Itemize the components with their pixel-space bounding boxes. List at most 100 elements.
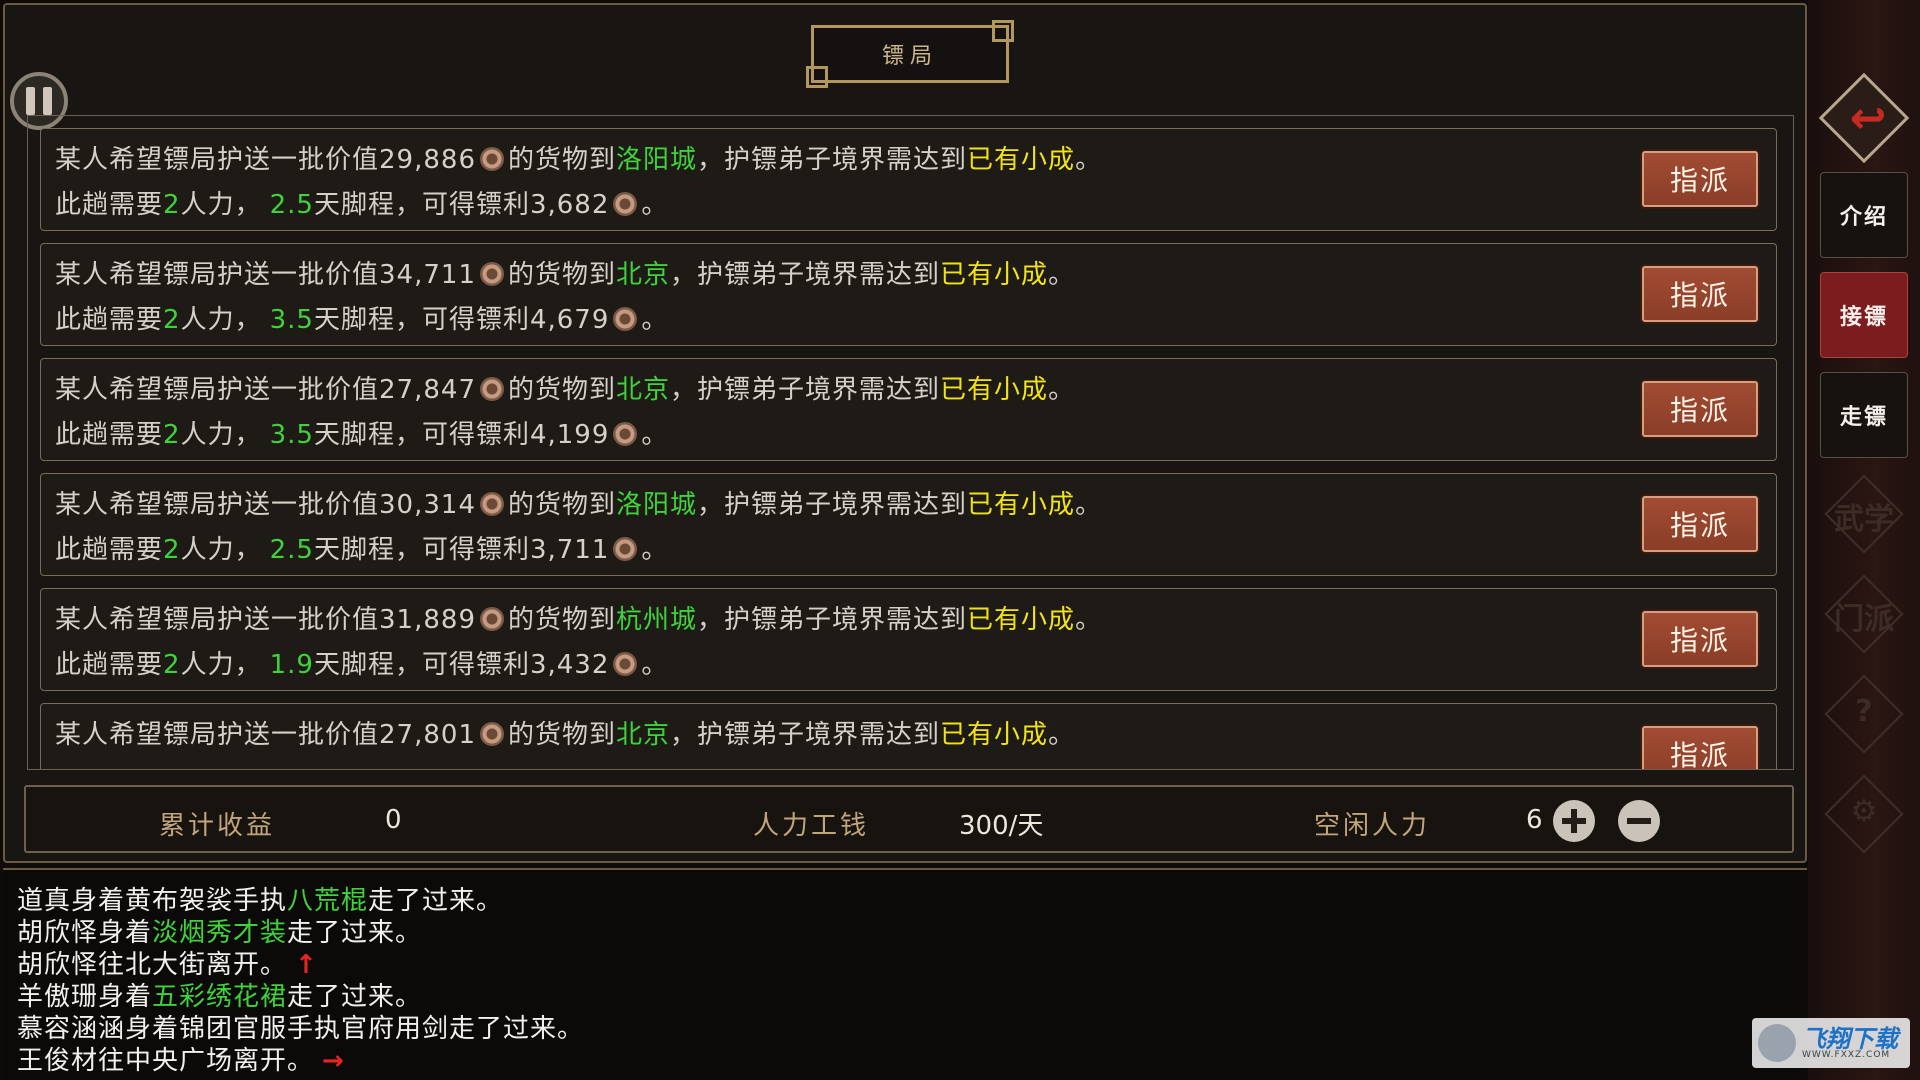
coin-icon	[480, 492, 504, 516]
assign-button[interactable]: 指派	[1642, 611, 1758, 667]
settings-icon[interactable]: ⚙	[1826, 794, 1902, 829]
cargo-item: 某人希望镖局护送一批价值27,847 的货物到北京，护镖弟子境界需达到已有小成。此…	[40, 358, 1777, 461]
required-manpower: 2	[163, 535, 181, 565]
coin-icon	[480, 607, 504, 631]
sidebar-tab-label: 走镖	[1839, 405, 1888, 430]
cargo-text: 人力，	[180, 305, 262, 335]
cargo-item: 某人希望镖局护送一批价值30,314 的货物到洛阳城，护镖弟子境界需达到已有小成。…	[40, 473, 1777, 576]
total-income-value: 0	[385, 805, 402, 835]
escort-profit: 3,432	[529, 650, 610, 680]
cargo-text: ，护镖弟子境界需达到	[697, 490, 968, 520]
required-manpower: 2	[163, 650, 181, 680]
cargo-destination: 杭州城	[616, 605, 698, 635]
page-title: 镖局	[881, 44, 938, 69]
coin-icon	[613, 192, 638, 216]
cargo-text: 的货物到	[508, 720, 617, 750]
main-panel: 镖局 某人希望镖局护送一批价值29,886 的货物到洛阳城，护镖弟子境界需达到已有…	[3, 3, 1807, 863]
cargo-value: 27,847	[379, 375, 476, 405]
cargo-value: 30,314	[379, 490, 476, 520]
travel-days: 3.5	[269, 420, 314, 450]
wage-label: 人力工钱	[753, 811, 870, 841]
cargo-text: 某人希望镖局护送一批价值	[55, 490, 380, 520]
coin-icon	[613, 307, 638, 331]
pause-icon	[43, 87, 52, 115]
cargo-text: 某人希望镖局护送一批价值	[55, 605, 380, 635]
cargo-text: 的货物到	[508, 605, 617, 635]
assign-button[interactable]: 指派	[1642, 151, 1758, 207]
cargo-value: 34,711	[379, 260, 476, 290]
required-manpower: 2	[163, 305, 181, 335]
cargo-description: 某人希望镖局护送一批价值27,847 的货物到北京，护镖弟子境界需达到已有小成。	[55, 369, 1075, 406]
minus-icon	[1627, 818, 1651, 824]
cargo-text: 。	[641, 650, 669, 680]
assign-button[interactable]: 指派	[1642, 381, 1758, 437]
required-manpower: 2	[163, 420, 181, 450]
required-realm: 已有小成	[940, 260, 1049, 290]
cargo-requirements: 此趟需要2人力， 2.5天脚程，可得镖利3,711 。	[55, 529, 668, 566]
cargo-text: 的货物到	[508, 490, 617, 520]
cargo-description: 某人希望镖局护送一批价值34,711 的货物到北京，护镖弟子境界需达到已有小成。	[55, 254, 1075, 291]
cargo-text: 天脚程，可得镖利	[313, 535, 530, 565]
required-realm: 已有小成	[940, 375, 1049, 405]
cargo-text: ，护镖弟子境界需达到	[697, 145, 968, 175]
total-income-label: 累计收益	[159, 811, 276, 841]
cargo-text: 此趟需要	[55, 420, 164, 450]
cargo-text: 。	[641, 190, 669, 220]
remove-manpower-button[interactable]	[1618, 800, 1660, 842]
cargo-text: 。	[1075, 605, 1103, 635]
wage-value: 300/天	[959, 811, 1044, 841]
watermark-name: 飞翔下载	[1802, 1024, 1898, 1053]
cargo-text: 。	[641, 535, 669, 565]
assign-button[interactable]: 指派	[1642, 496, 1758, 552]
escort-profit: 4,199	[529, 420, 610, 450]
cargo-item: 某人希望镖局护送一批价值29,886 的货物到洛阳城，护镖弟子境界需达到已有小成。…	[40, 128, 1777, 231]
cargo-description: 某人希望镖局护送一批价值30,314 的货物到洛阳城，护镖弟子境界需达到已有小成。	[55, 484, 1102, 521]
cargo-text: 人力，	[180, 420, 262, 450]
add-manpower-button[interactable]	[1553, 800, 1595, 842]
cargo-text: 。	[641, 420, 669, 450]
title-plaque: 镖局	[806, 20, 1014, 88]
coin-icon	[613, 537, 638, 561]
assign-button[interactable]: 指派	[1642, 726, 1758, 769]
cargo-item: 某人希望镖局护送一批价值34,711 的货物到北京，护镖弟子境界需达到已有小成。此…	[40, 243, 1777, 346]
cargo-value: 27,801	[379, 720, 476, 750]
escort-profit: 3,711	[529, 535, 610, 565]
back-arrow-icon[interactable]: ↩	[1838, 88, 1898, 148]
travel-days: 1.9	[269, 650, 314, 680]
pause-icon	[26, 87, 35, 115]
sidebar-tab[interactable]: 介绍	[1820, 172, 1908, 258]
help-icon[interactable]: ?	[1826, 694, 1902, 729]
right-arrow-icon: →	[322, 1046, 345, 1076]
cargo-text: ，护镖弟子境界需达到	[670, 720, 941, 750]
assign-button[interactable]: 指派	[1642, 266, 1758, 322]
coin-icon	[480, 377, 504, 401]
coin-icon	[613, 652, 638, 676]
sidebar-tab[interactable]: 走镖	[1820, 372, 1908, 458]
cargo-text: 天脚程，可得镖利	[313, 305, 530, 335]
idle-manpower-label: 空闲人力	[1314, 811, 1431, 841]
cargo-text: 人力，	[180, 650, 262, 680]
knot-ornament	[806, 66, 828, 88]
cargo-list[interactable]: 某人希望镖局护送一批价值29,886 的货物到洛阳城，护镖弟子境界需达到已有小成。…	[27, 115, 1794, 770]
required-realm: 已有小成	[940, 720, 1049, 750]
cargo-text: 天脚程，可得镖利	[313, 650, 530, 680]
sect-icon[interactable]: 门派	[1826, 594, 1902, 638]
escort-profit: 4,679	[529, 305, 610, 335]
cargo-text: 人力，	[180, 190, 262, 220]
travel-days: 3.5	[269, 305, 314, 335]
sidebar-tab-label: 介绍	[1839, 205, 1888, 230]
coin-icon	[480, 262, 504, 286]
cargo-text: 某人希望镖局护送一批价值	[55, 260, 380, 290]
cargo-destination: 洛阳城	[616, 145, 698, 175]
event-log: 道真身着黄布袈裟手执八荒棍走了过来。 胡欣怿身着淡烟秀才装走了过来。 胡欣怿往北大街…	[3, 868, 1807, 1080]
cargo-text: 。	[1048, 720, 1076, 750]
coin-icon	[480, 147, 504, 171]
cargo-text: 人力，	[180, 535, 262, 565]
cargo-item: 某人希望镖局护送一批价值31,889 的货物到杭州城，护镖弟子境界需达到已有小成。…	[40, 588, 1777, 691]
required-realm: 已有小成	[967, 145, 1076, 175]
sidebar-tab[interactable]: 接镖	[1820, 272, 1908, 358]
martial-arts-icon[interactable]: 武学	[1826, 494, 1902, 538]
cargo-text: 。	[1075, 145, 1103, 175]
coin-icon	[613, 422, 638, 446]
cargo-text: 天脚程，可得镖利	[313, 420, 530, 450]
